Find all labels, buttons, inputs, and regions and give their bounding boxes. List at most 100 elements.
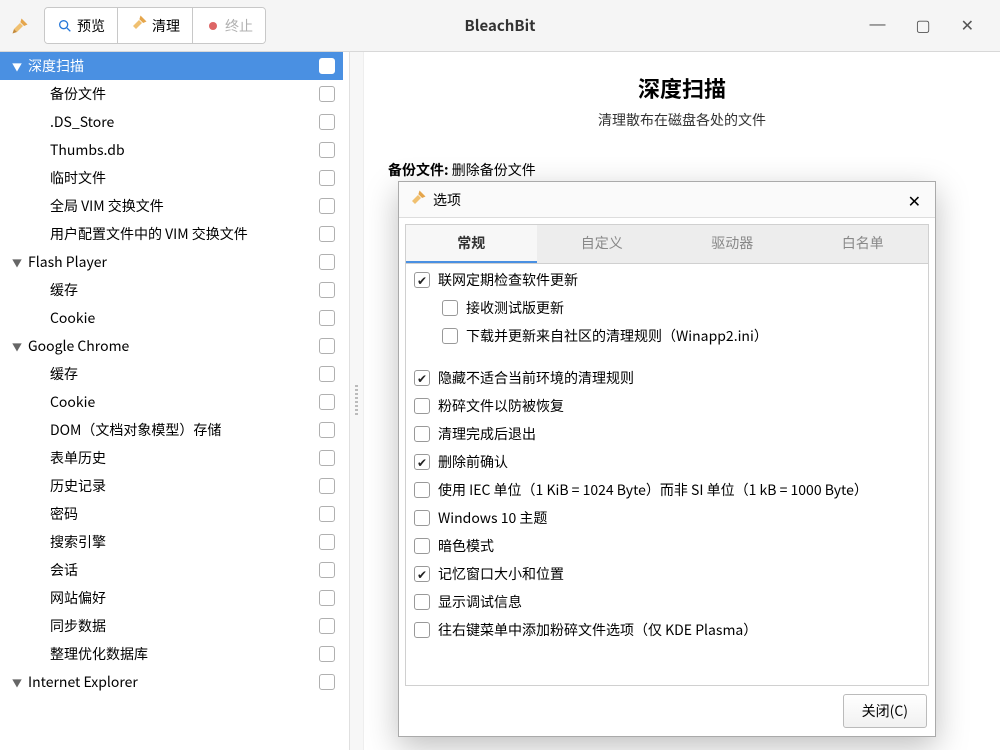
option-row[interactable]: 往右键菜单中添加粉碎文件选项（仅 KDE Plasma） xyxy=(406,616,928,644)
tree-checkbox[interactable] xyxy=(319,282,335,298)
option-checkbox[interactable] xyxy=(442,328,458,344)
tree-checkbox[interactable] xyxy=(319,58,335,74)
tree-item[interactable]: 整理优化数据库 xyxy=(0,640,343,668)
tree-item[interactable]: 同步数据 xyxy=(0,612,343,640)
preview-button[interactable]: 预览 xyxy=(45,8,118,43)
tree-checkbox[interactable] xyxy=(319,114,335,130)
tree-item[interactable]: 表单历史 xyxy=(0,444,343,472)
tab-1[interactable]: 自定义 xyxy=(537,225,668,263)
tree-checkbox[interactable] xyxy=(319,534,335,550)
tree-checkbox[interactable] xyxy=(319,394,335,410)
option-row[interactable]: 下载并更新来自社区的清理规则（Winapp2.ini） xyxy=(406,322,928,350)
tree-item[interactable]: 备份文件 xyxy=(0,80,343,108)
option-row[interactable]: 接收测试版更新 xyxy=(406,294,928,322)
option-row[interactable]: 使用 IEC 单位（1 KiB = 1024 Byte）而非 SI 单位（1 k… xyxy=(406,476,928,504)
sidebar[interactable]: ▼深度扫描备份文件.DS_Store Thumbs.db 临时文件全局 VIM 交换… xyxy=(0,52,350,750)
option-row[interactable]: Windows 10 主题 xyxy=(406,504,928,532)
tree-checkbox[interactable] xyxy=(319,618,335,634)
expander-icon[interactable]: ▼ xyxy=(12,255,26,270)
tree-item[interactable]: 网站偏好 xyxy=(0,584,343,612)
option-checkbox[interactable] xyxy=(414,566,430,582)
content-description: 备份文件: 删除备份文件 xyxy=(388,160,976,180)
close-button[interactable]: ✕ xyxy=(961,16,974,36)
splitter-handle[interactable] xyxy=(350,52,364,750)
option-row[interactable]: 粉碎文件以防被恢复 xyxy=(406,392,928,420)
option-checkbox[interactable] xyxy=(414,272,430,288)
expander-icon[interactable]: ▼ xyxy=(12,339,26,354)
tree-checkbox[interactable] xyxy=(319,86,335,102)
option-checkbox[interactable] xyxy=(414,510,430,526)
tree-checkbox[interactable] xyxy=(319,310,335,326)
clean-label: 清理 xyxy=(152,16,180,36)
clean-button[interactable]: 清理 xyxy=(118,8,193,43)
option-checkbox[interactable] xyxy=(414,398,430,414)
dialog-close-action-button[interactable]: 关闭(C) xyxy=(843,694,927,728)
tree-checkbox[interactable] xyxy=(319,170,335,186)
tree-checkbox[interactable] xyxy=(319,422,335,438)
minimize-button[interactable]: — xyxy=(869,16,885,36)
tree-item[interactable]: 密码 xyxy=(0,500,343,528)
option-row[interactable]: 删除前确认 xyxy=(406,448,928,476)
tree-item-label: 缓存 xyxy=(26,364,319,384)
expander-icon[interactable]: ▼ xyxy=(12,675,26,690)
tree-category[interactable]: ▼Internet Explorer xyxy=(0,668,343,696)
tree-item-label: Thumbs.db xyxy=(26,140,319,160)
tree-item[interactable]: DOM（文档对象模型）存储 xyxy=(0,416,343,444)
tree-checkbox[interactable] xyxy=(319,254,335,270)
tab-2[interactable]: 驱动器 xyxy=(667,225,798,263)
option-row[interactable]: 隐藏不适合当前环境的清理规则 xyxy=(406,364,928,392)
tree-item[interactable]: 历史记录 xyxy=(0,472,343,500)
tree-category[interactable]: ▼Google Chrome xyxy=(0,332,343,360)
option-row[interactable]: 联网定期检查软件更新 xyxy=(406,266,928,294)
option-checkbox[interactable] xyxy=(414,454,430,470)
tree-checkbox[interactable] xyxy=(319,590,335,606)
expander-icon[interactable]: ▼ xyxy=(12,59,26,74)
tree-checkbox[interactable] xyxy=(319,338,335,354)
tree-checkbox[interactable] xyxy=(319,450,335,466)
tree-checkbox[interactable] xyxy=(319,562,335,578)
maximize-button[interactable]: ▢ xyxy=(915,16,930,36)
tree-item[interactable]: Cookie xyxy=(0,388,343,416)
tree-item[interactable]: 全局 VIM 交换文件 xyxy=(0,192,343,220)
tree-category[interactable]: ▼Flash Player xyxy=(0,248,343,276)
desc-label: 备份文件: xyxy=(388,160,449,180)
option-checkbox[interactable] xyxy=(414,482,430,498)
option-checkbox[interactable] xyxy=(414,594,430,610)
tree-item-label: 同步数据 xyxy=(26,616,319,636)
tree-category[interactable]: ▼深度扫描 xyxy=(0,52,343,80)
dialog-titlebar[interactable]: 选项 ✕ xyxy=(399,182,935,218)
option-row[interactable]: 清理完成后退出 xyxy=(406,420,928,448)
tree-item[interactable]: 用户配置文件中的 VIM 交换文件 xyxy=(0,220,343,248)
tree-item[interactable]: 临时文件 xyxy=(0,164,343,192)
tree-item[interactable]: .DS_Store xyxy=(0,108,343,136)
tab-3[interactable]: 白名单 xyxy=(798,225,929,263)
tree-checkbox[interactable] xyxy=(319,674,335,690)
tree-item[interactable]: 缓存 xyxy=(0,276,343,304)
option-checkbox[interactable] xyxy=(414,370,430,386)
option-checkbox[interactable] xyxy=(442,300,458,316)
tree-checkbox[interactable] xyxy=(319,198,335,214)
tree-item[interactable]: Thumbs.db xyxy=(0,136,343,164)
option-row[interactable]: 暗色模式 xyxy=(406,532,928,560)
option-checkbox[interactable] xyxy=(414,538,430,554)
tree-checkbox[interactable] xyxy=(319,226,335,242)
option-row[interactable]: 显示调试信息 xyxy=(406,588,928,616)
tree-item[interactable]: 缓存 xyxy=(0,360,343,388)
tree-checkbox[interactable] xyxy=(319,478,335,494)
dialog-footer: 关闭(C) xyxy=(399,686,935,736)
option-row[interactable]: 记忆窗口大小和位置 xyxy=(406,560,928,588)
option-gap xyxy=(406,350,928,364)
dialog-close-button[interactable]: ✕ xyxy=(904,188,925,212)
option-label: 删除前确认 xyxy=(438,452,508,472)
tree-item[interactable]: Cookie xyxy=(0,304,343,332)
option-checkbox[interactable] xyxy=(414,426,430,442)
tree-item[interactable]: 会话 xyxy=(0,556,343,584)
tab-0[interactable]: 常规 xyxy=(406,225,537,263)
tree-checkbox[interactable] xyxy=(319,646,335,662)
option-checkbox[interactable] xyxy=(414,622,430,638)
tree-checkbox[interactable] xyxy=(319,142,335,158)
tree-checkbox[interactable] xyxy=(319,366,335,382)
tree-checkbox[interactable] xyxy=(319,506,335,522)
option-label: 使用 IEC 单位（1 KiB = 1024 Byte）而非 SI 单位（1 k… xyxy=(438,480,868,500)
tree-item[interactable]: 搜索引擎 xyxy=(0,528,343,556)
